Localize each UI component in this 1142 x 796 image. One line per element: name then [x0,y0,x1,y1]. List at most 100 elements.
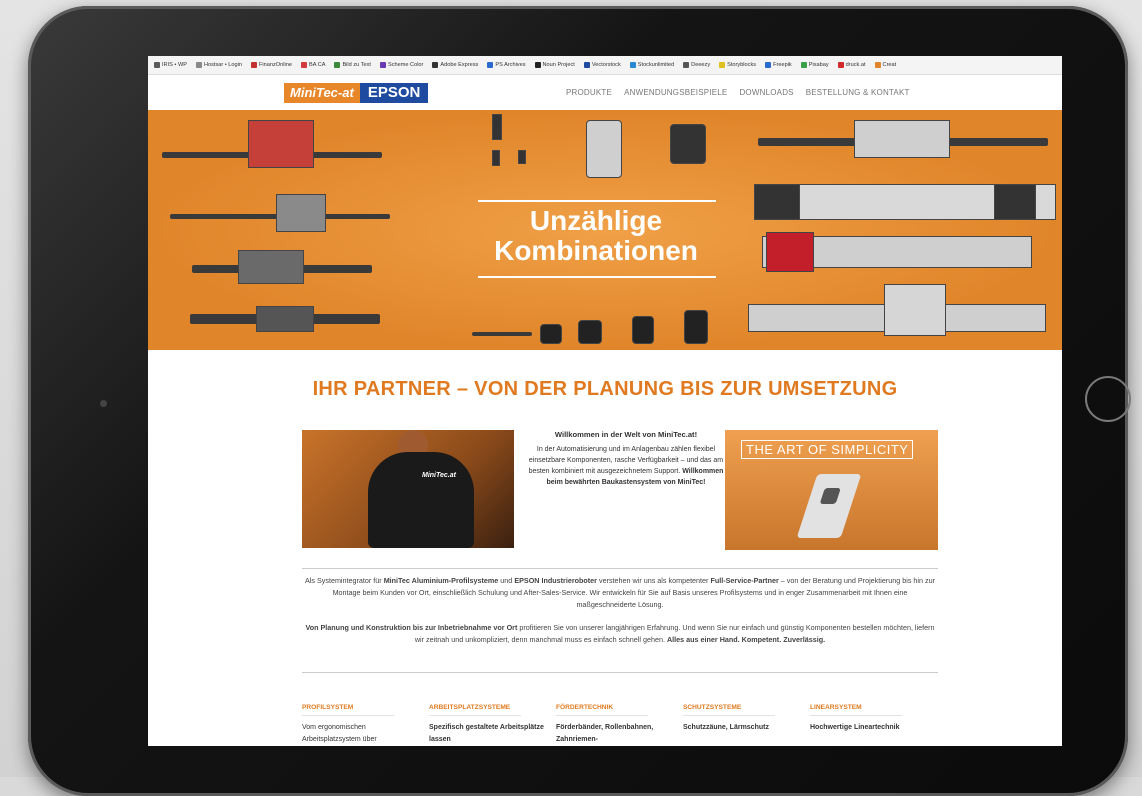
shirt-logo: MiniTec.at [422,472,456,479]
intro-paragraph: Als Systemintegrator für MiniTec Alumini… [302,575,938,611]
bookmark-item[interactable]: Bild zu Text [334,62,371,68]
bookmark-label: Stockunlimited [637,62,675,68]
shaft-image [472,332,532,336]
bookmark-favicon-icon [800,62,807,68]
hero-banner: Unzählige Kombinationen [148,110,1062,350]
hero-title-line1: Unzählige [529,205,663,236]
bookmark-label: Deeezy [691,62,711,68]
column-text: Hochwertige Lineartechnik [810,724,900,731]
person-body [368,452,474,548]
bearing-image [586,120,622,178]
bookmark-label: Creat [882,62,897,68]
bookmark-favicon-icon [683,62,690,68]
divider [302,672,938,673]
nav-anwendungsbeispiele[interactable]: ANWENDUNGSBEISPIELE [624,88,727,97]
carriage-image [884,284,946,336]
home-button[interactable] [1085,376,1131,422]
servo-motor-image [766,232,814,272]
column-arbeitsplatzsysteme[interactable]: ARBEITSPLATZSYSTEME Spezifisch gestaltet… [429,704,556,746]
nav-produkte[interactable]: PRODUKTE [566,88,612,97]
para1-bold: EPSON Industrieroboter [514,576,597,585]
bearing-image [540,324,562,344]
bookmark-label: Noun Project [542,62,575,68]
bookmark-favicon-icon [719,62,726,68]
para1-text: Als Systemintegrator für [304,576,384,585]
bookmark-item[interactable]: IRIS • WP [154,62,187,68]
para1-bold: MiniTec Aluminium-Profilsysteme [383,576,499,585]
nav-bestellung-kontakt[interactable]: BESTELLUNG & KONTAKT [806,88,910,97]
browser-screen: IRIS • WP Hostsar • Login FinanzOnline BA C… [148,56,1062,746]
bookmark-favicon-icon [874,62,881,68]
bookmark-item[interactable]: Noun Project [534,62,575,68]
column-linearsystem[interactable]: LINEARSYSTEM Hochwertige Lineartechnik [810,704,937,746]
column-title[interactable]: ARBEITSPLATZSYSTEME [429,704,521,716]
bookmark-favicon-icon [534,62,541,68]
bookmark-favicon-icon [837,62,844,68]
bookmark-item[interactable]: druck.at [837,62,866,68]
bookmark-item[interactable]: Hostsar • Login [195,62,242,68]
bookmark-item[interactable]: Creat [874,62,897,68]
site-navbar: MiniTec-at EPSON PRODUKTE ANWENDUNGSBEIS… [148,75,1062,111]
welcome-text-block: Willkommen in der Welt von MiniTec.at! I… [520,429,732,488]
main-menu: PRODUKTE ANWENDUNGSBEISPIELE DOWNLOADS B… [566,88,910,97]
para1-text: und [498,576,515,585]
bookmark-label: Adobe Express [440,62,479,68]
hero-title: Unzählige Kombinationen [476,206,716,266]
bearing-image [578,320,602,344]
art-of-simplicity-image: THE ART OF SIMPLICITY [725,430,938,550]
bookmark-favicon-icon [300,62,307,68]
bolt-image [492,114,502,140]
bookmark-item[interactable]: FinanzOnline [251,62,292,68]
bookmark-label: PS Archives [495,62,526,68]
bookmark-item[interactable]: BA CA [300,62,326,68]
bookmark-label: Hostsar • Login [203,62,242,68]
column-text: Förderbänder, Rollenbahnen, Zahnriemen- [556,724,654,743]
bookmark-item[interactable]: PS Archives [487,62,526,68]
bookmark-label: IRIS • WP [162,62,187,68]
product-columns: PROFILSYSTEM Vom ergonomischen Arbeitspl… [302,704,938,746]
column-title[interactable]: FÖRDERTECHNIK [556,704,648,716]
column-profilsystem[interactable]: PROFILSYSTEM Vom ergonomischen Arbeitspl… [302,704,429,746]
camera-dot [100,400,107,407]
bookmark-item[interactable]: Freepik [765,62,792,68]
bookmark-item[interactable]: Stockunlimited [629,62,675,68]
carriage-image [256,306,314,332]
divider [302,568,938,569]
bookmark-favicon-icon [432,62,439,68]
bearing-housing-image [670,124,706,164]
column-schutzsysteme[interactable]: SCHUTZSYSTEME Schutzzäune, Lärmschutz [683,704,810,746]
bookmark-item[interactable]: Storyblocks [719,62,756,68]
nav-downloads[interactable]: DOWNLOADS [739,88,793,97]
hero-rule-top [478,200,716,202]
bookmark-item[interactable]: Vectorstock [583,62,621,68]
epson-logo: EPSON [359,83,429,103]
bookmark-item[interactable]: Adobe Express [432,62,478,68]
column-text: Spezifisch gestaltete Arbeitsplätze lass… [429,724,544,743]
art-label: THE ART OF SIMPLICITY [741,440,914,459]
welcome-title: Willkommen in der Welt von MiniTec.at! [554,430,698,439]
bookmark-label: FinanzOnline [259,62,292,68]
bookmark-item[interactable]: Scheme Color [379,62,423,68]
tablet-frame: IRIS • WP Hostsar • Login FinanzOnline BA C… [28,6,1131,796]
bolt-image [492,150,500,166]
service-paragraph: Von Planung und Konstruktion bis zur Inb… [302,622,938,646]
bookmark-favicon-icon [629,62,636,68]
bookmark-label: BA CA [308,62,326,68]
section-headline: IHR PARTNER – VON DER PLANUNG BIS ZUR UM… [312,378,898,400]
bookmark-favicon-icon [195,62,202,68]
column-title[interactable]: PROFILSYSTEM [302,704,394,716]
motor-block-image [754,184,800,220]
bookmark-item[interactable]: Deeezy [683,62,710,68]
bearing-image [684,310,708,344]
site-logo[interactable]: MiniTec-at EPSON [284,83,429,103]
linear-module-image [854,120,950,158]
bookmark-favicon-icon [765,62,772,68]
column-title[interactable]: SCHUTZSYSTEME [683,704,775,716]
para1-text: verstehen wir uns als kompetenter [596,576,711,585]
para1-bold: Full-Service-Partner [710,576,779,585]
column-title[interactable]: LINEARSYSTEM [810,704,902,716]
bookmark-label: druck.at [845,62,866,68]
column-foerdertechnik[interactable]: FÖRDERTECHNIK Förderbänder, Rollenbahnen… [556,704,683,746]
bookmark-label: Bild zu Text [342,62,371,68]
bookmark-item[interactable]: Pixabay [800,62,829,68]
